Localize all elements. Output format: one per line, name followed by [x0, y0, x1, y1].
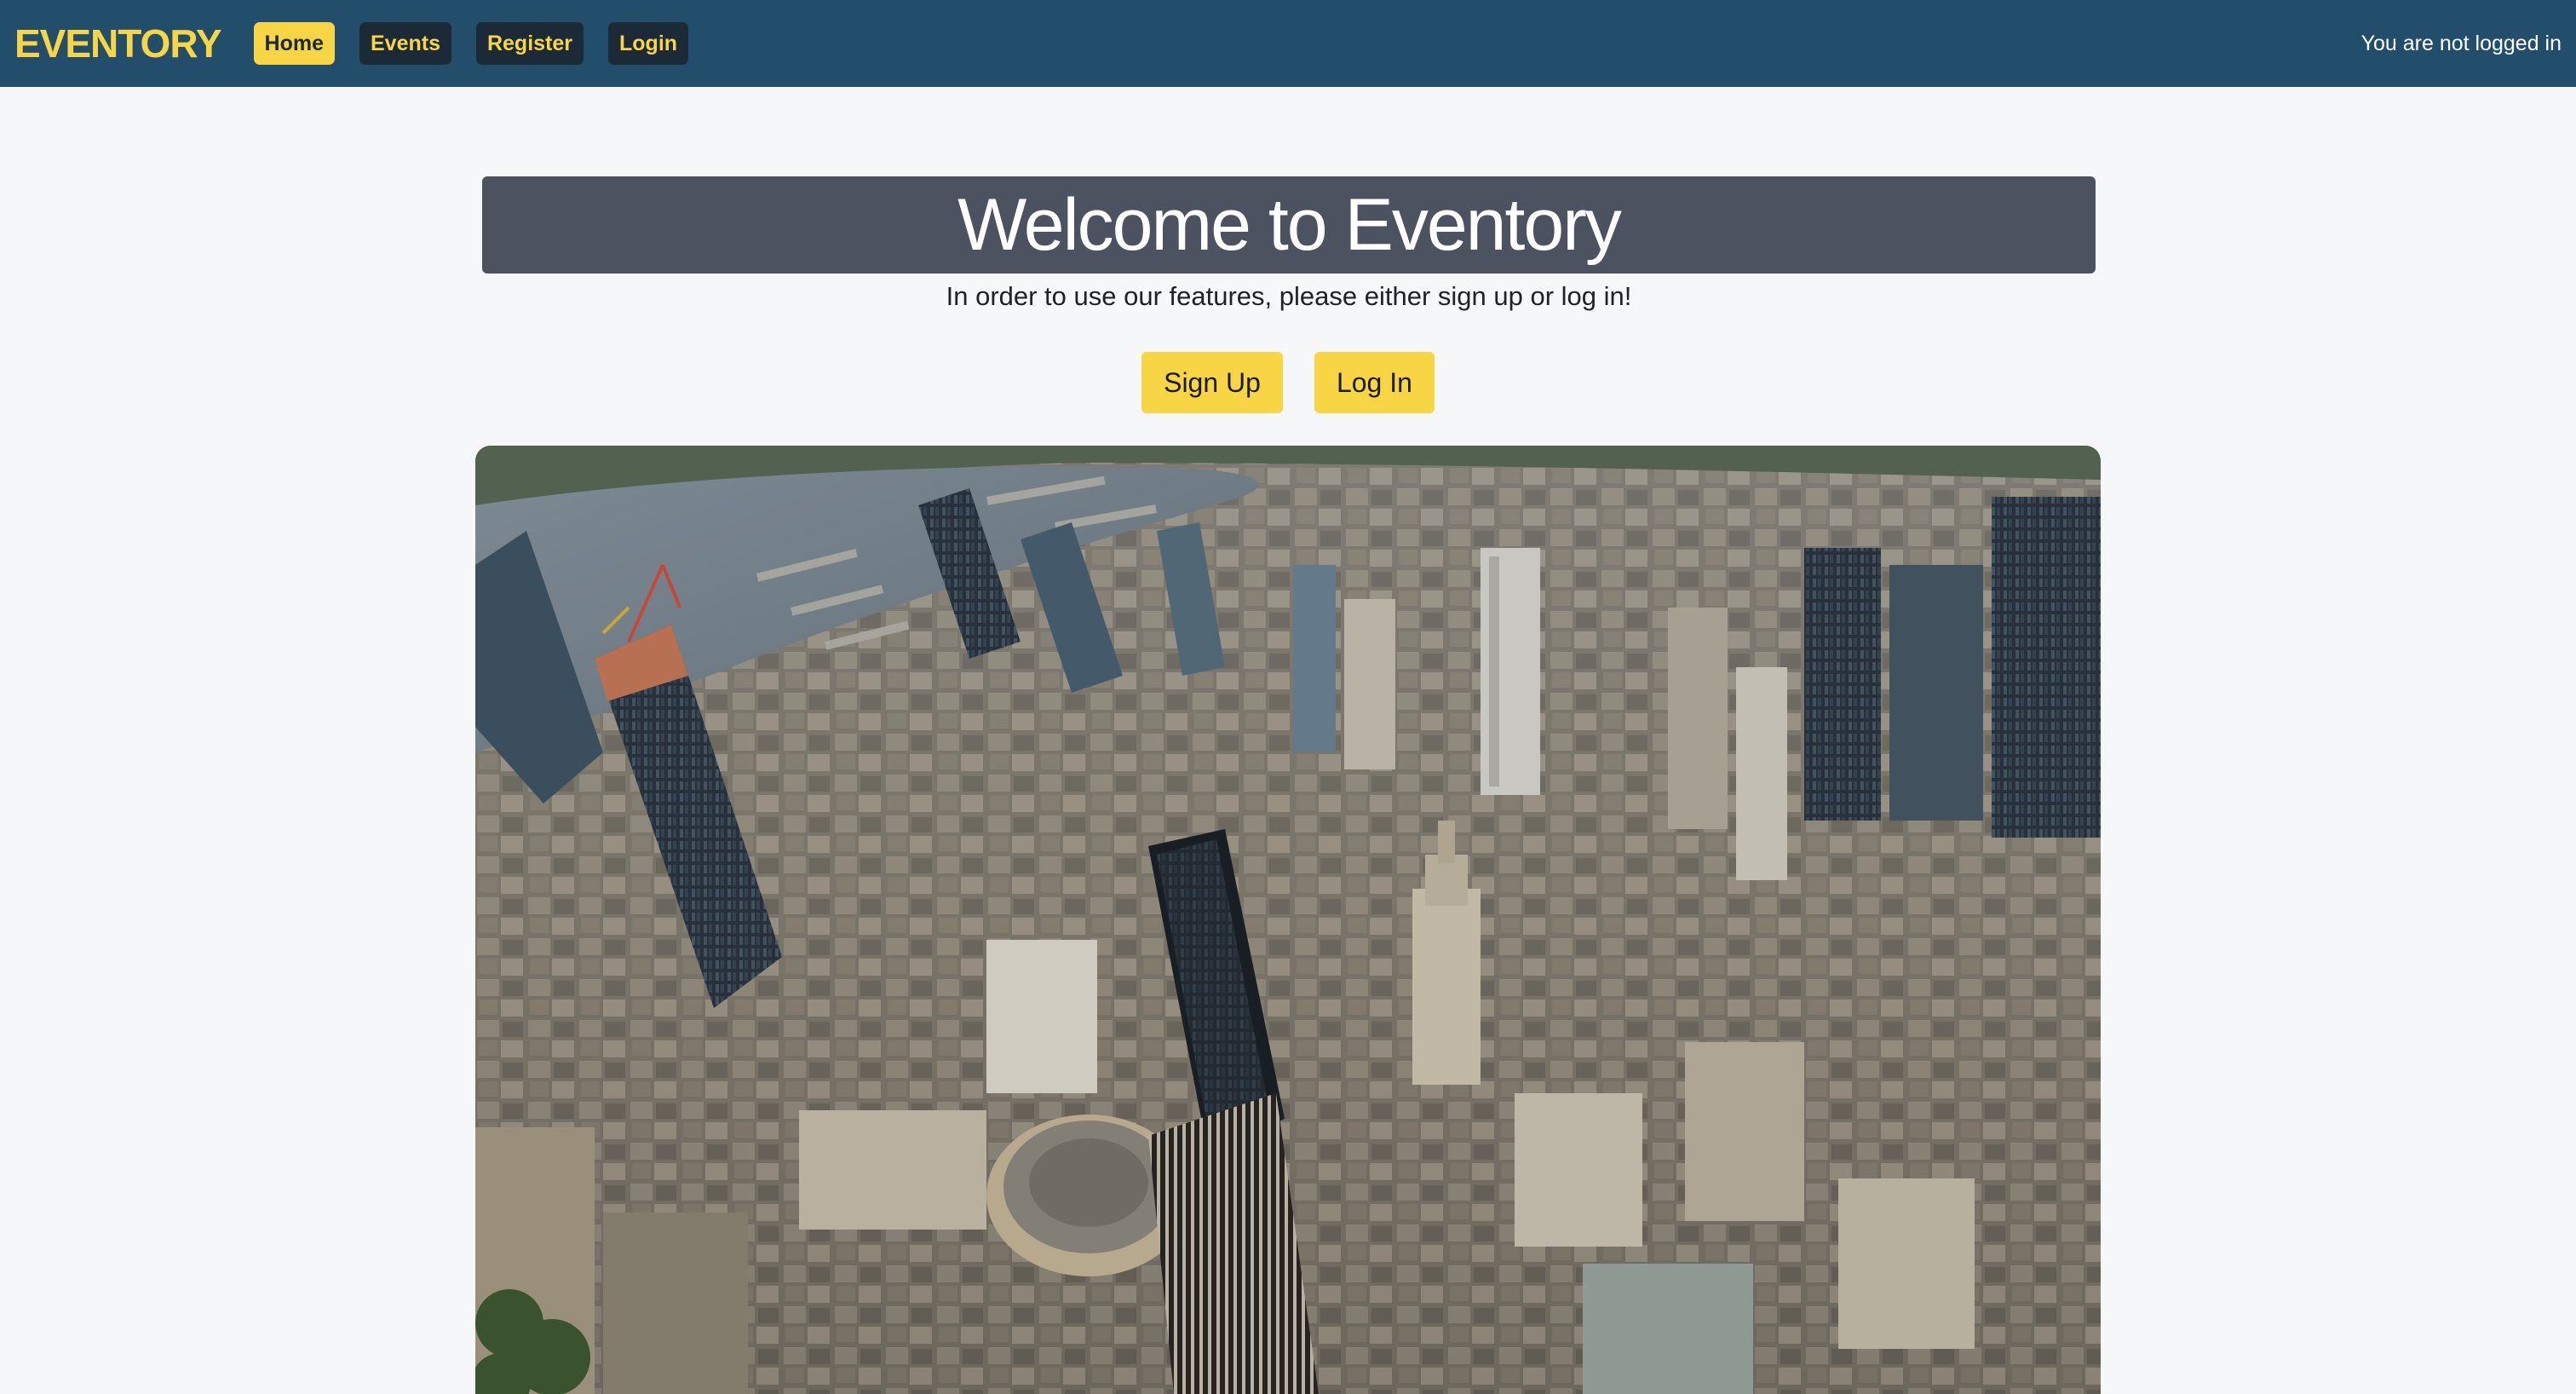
log-in-button[interactable]: Log In — [1314, 352, 1435, 413]
city-hero-image — [475, 446, 2101, 1394]
nav-login-button[interactable]: Login — [608, 22, 689, 65]
welcome-heading: Welcome to Eventory — [482, 176, 2096, 274]
sign-up-button[interactable]: Sign Up — [1141, 352, 1283, 413]
top-navbar: EVENTORY Home Events Register Login You … — [0, 0, 2576, 87]
brand-logo[interactable]: EVENTORY — [14, 20, 222, 66]
nav-register-button[interactable]: Register — [475, 22, 584, 65]
cta-buttons: Sign Up Log In — [0, 352, 2576, 413]
city-skyline-illustration — [475, 446, 2101, 1394]
login-status-text: You are not logged in — [2360, 31, 2562, 55]
nav-home-button[interactable]: Home — [253, 22, 335, 65]
welcome-subtitle: In order to use our features, please eit… — [946, 281, 1632, 311]
nav-events-button[interactable]: Events — [359, 22, 451, 65]
